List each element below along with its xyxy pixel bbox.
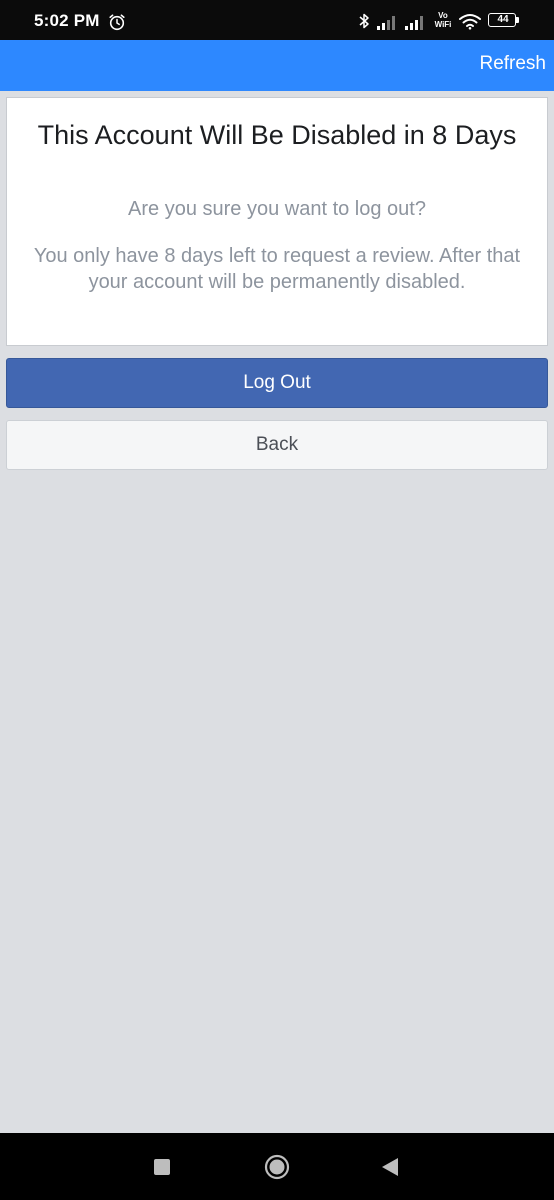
battery-icon: 44: [488, 13, 522, 29]
app-header: Refresh: [0, 40, 554, 91]
card-title: This Account Will Be Disabled in 8 Days: [37, 120, 517, 150]
battery-level: 44: [497, 14, 509, 25]
alarm-icon: [109, 14, 125, 31]
logout-question: Are you sure you want to log out?: [128, 198, 426, 220]
status-time: 5:02 PM: [34, 11, 100, 30]
vowifi-icon: Vo WiFi: [432, 11, 454, 33]
status-bar: 5:02 PM Vo WiFi 44: [0, 0, 554, 40]
back-icon[interactable]: [380, 1157, 400, 1177]
bluetooth-icon: [359, 13, 369, 29]
signal-icon: [377, 16, 395, 30]
wifi-icon: [459, 14, 481, 30]
home-icon[interactable]: [264, 1154, 290, 1180]
logout-button[interactable]: Log Out: [6, 358, 548, 408]
navigation-bar: [0, 1133, 554, 1200]
back-button[interactable]: Back: [6, 420, 548, 470]
vowifi-label-bottom: WiFi: [434, 20, 452, 29]
signal-icon: [405, 16, 423, 30]
vowifi-label-top: Vo: [438, 11, 448, 20]
recents-icon[interactable]: [154, 1159, 170, 1175]
warning-card: This Account Will Be Disabled in 8 Days …: [6, 97, 548, 346]
review-warning: You only have 8 days left to request a r…: [33, 245, 521, 293]
refresh-button[interactable]: Refresh: [479, 53, 546, 75]
